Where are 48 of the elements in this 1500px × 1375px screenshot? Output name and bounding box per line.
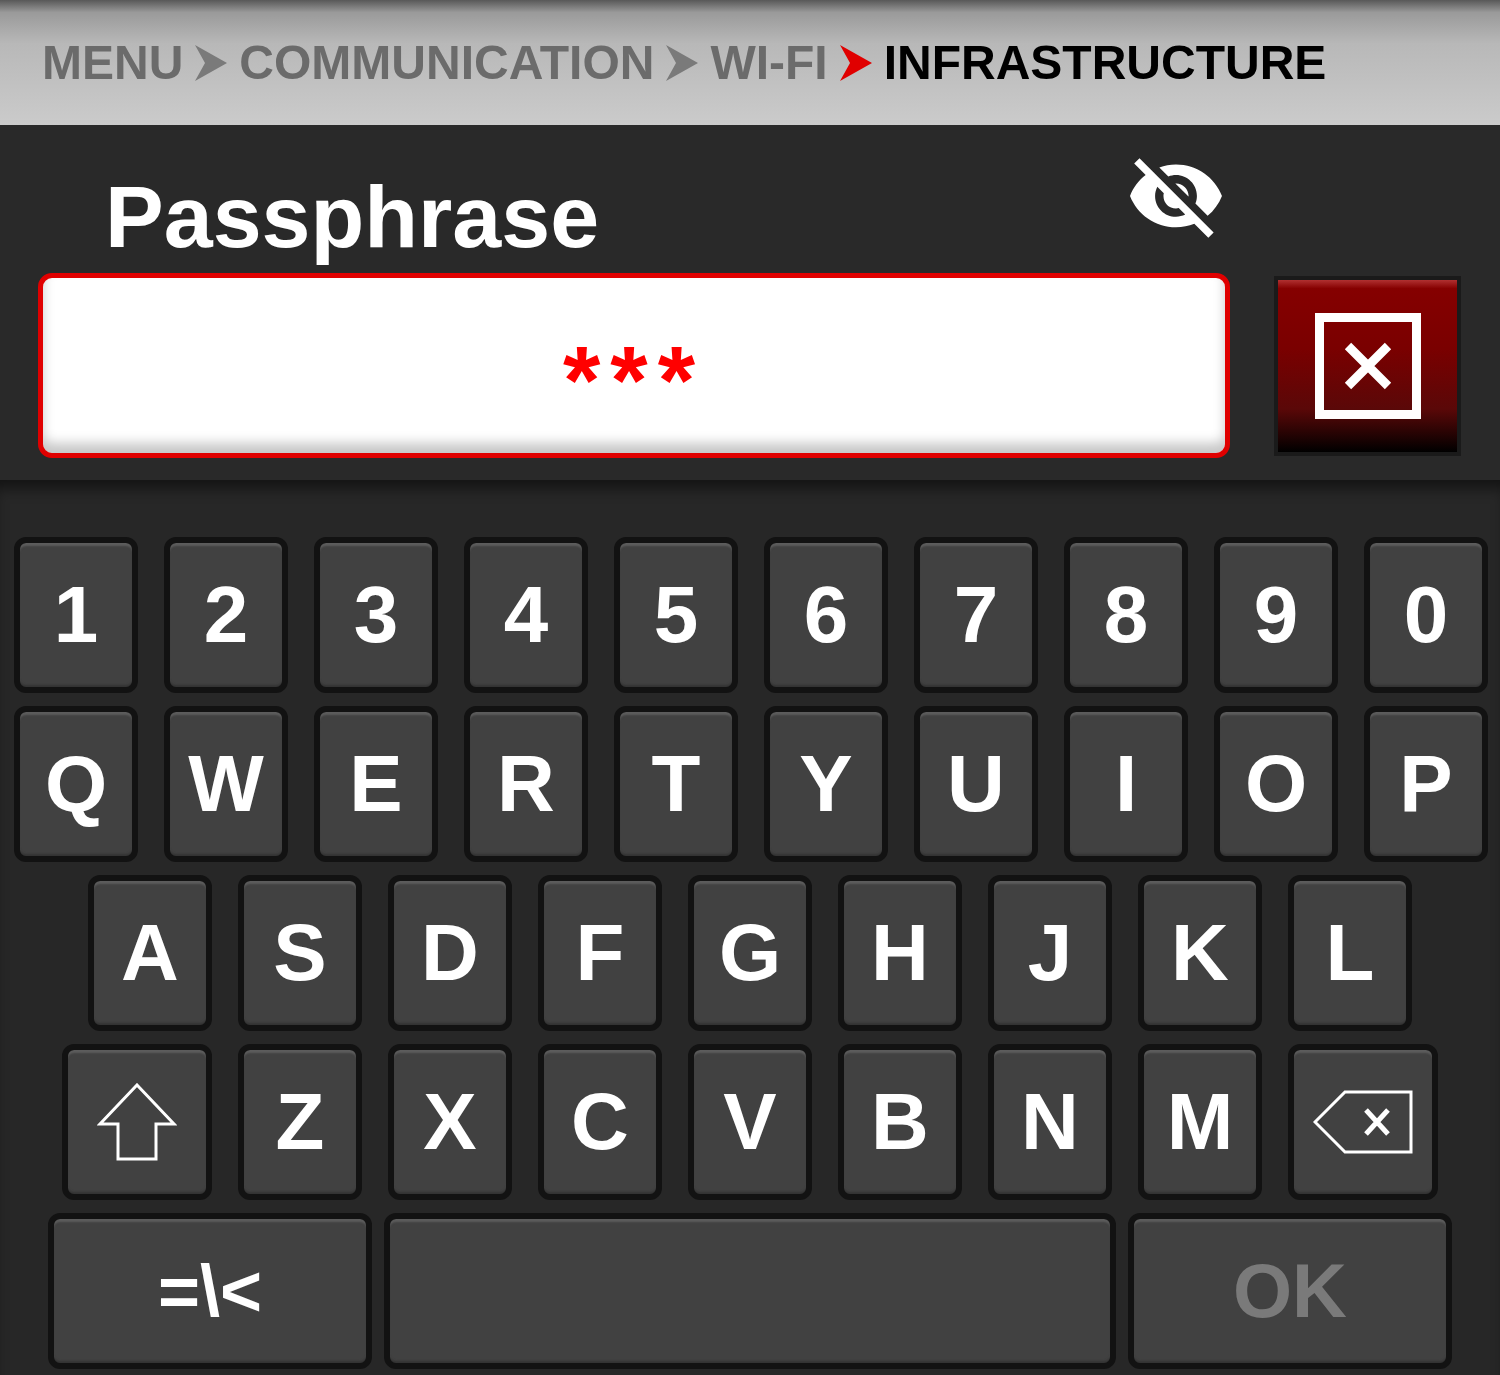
arrowhead-icon: [839, 44, 872, 81]
keyboard-key[interactable]: 6: [764, 537, 888, 693]
keyboard-key[interactable]: 1: [14, 537, 138, 693]
shift-key[interactable]: [62, 1044, 212, 1200]
keyboard-key[interactable]: E: [314, 706, 438, 862]
keyboard-key[interactable]: Z: [238, 1044, 362, 1200]
keyboard-key[interactable]: J: [988, 875, 1112, 1031]
keyboard-key[interactable]: N: [988, 1044, 1112, 1200]
keyboard-key[interactable]: 5: [614, 537, 738, 693]
keyboard-key[interactable]: U: [914, 706, 1038, 862]
keyboard-key[interactable]: V: [688, 1044, 812, 1200]
symbols-key[interactable]: =\<: [48, 1213, 372, 1369]
keyboard-key[interactable]: H: [838, 875, 962, 1031]
arrowhead-icon: [195, 44, 228, 81]
keyboard-key[interactable]: G: [688, 875, 812, 1031]
keyboard-key[interactable]: 4: [464, 537, 588, 693]
keyboard-key[interactable]: O: [1214, 706, 1338, 862]
backspace-icon: [1313, 1090, 1413, 1154]
keyboard-key[interactable]: Q: [14, 706, 138, 862]
arrowhead-icon: [666, 44, 699, 81]
keyboard-key[interactable]: F: [538, 875, 662, 1031]
keyboard-key[interactable]: X: [388, 1044, 512, 1200]
eye-off-icon[interactable]: [1130, 158, 1222, 238]
keyboard-key[interactable]: C: [538, 1044, 662, 1200]
keyboard-key[interactable]: 3: [314, 537, 438, 693]
keyboard-key[interactable]: T: [614, 706, 738, 862]
keyboard-key[interactable]: L: [1288, 875, 1412, 1031]
backspace-key[interactable]: [1288, 1044, 1438, 1200]
keyboard-key[interactable]: 2: [164, 537, 288, 693]
keyboard-key[interactable]: 9: [1214, 537, 1338, 693]
keyboard-key[interactable]: 8: [1064, 537, 1188, 693]
keyboard-key[interactable]: 7: [914, 537, 1038, 693]
keyboard-key[interactable]: R: [464, 706, 588, 862]
keyboard-key[interactable]: W: [164, 706, 288, 862]
keyboard-key[interactable]: B: [838, 1044, 962, 1200]
keyboard-key[interactable]: P: [1364, 706, 1488, 862]
keyboard-key[interactable]: K: [1138, 875, 1262, 1031]
up-arrow-icon: [97, 1083, 177, 1161]
breadcrumb-item: INFRASTRUCTURE: [883, 38, 1327, 87]
keyboard-key[interactable]: S: [238, 875, 362, 1031]
keyboard-key[interactable]: Y: [764, 706, 888, 862]
keyboard-key[interactable]: A: [88, 875, 212, 1031]
keyboard-key[interactable]: 0: [1364, 537, 1488, 693]
keyboard-key[interactable]: D: [388, 875, 512, 1031]
keyboard-key[interactable]: I: [1064, 706, 1188, 862]
passphrase-field[interactable]: ***: [38, 273, 1230, 458]
close-icon: [1314, 312, 1421, 419]
keyboard-key[interactable]: M: [1138, 1044, 1262, 1200]
